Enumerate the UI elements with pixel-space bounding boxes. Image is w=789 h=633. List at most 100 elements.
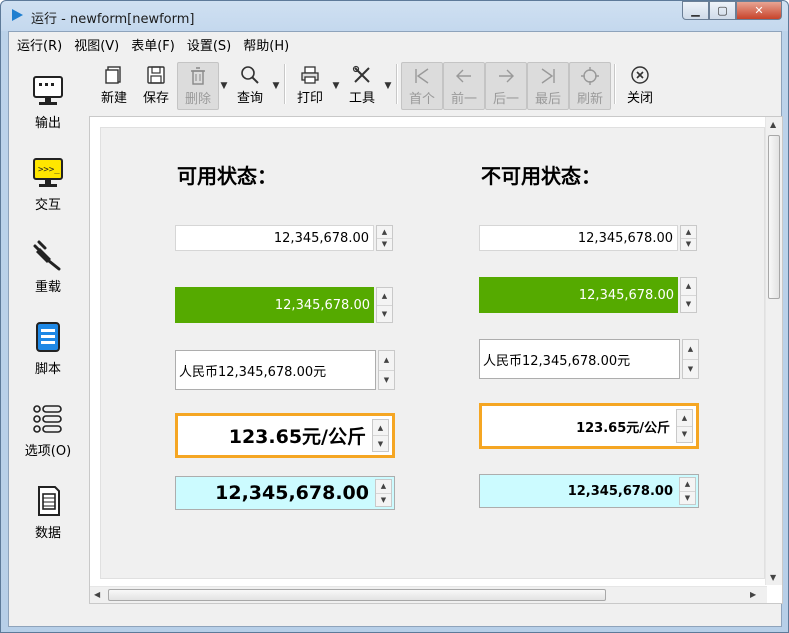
spin-up-icon[interactable]: ▲ <box>377 226 392 239</box>
bold-number-value[interactable]: 12,345,678.00 <box>176 477 373 509</box>
minimize-icon: ▁ <box>691 4 700 17</box>
spin-down-icon: ▼ <box>684 493 691 502</box>
currency-field-available[interactable]: 人民币12,345,678.00元 ▲ ▼ <box>175 350 395 390</box>
tools-dropdown-arrow[interactable]: ▼ <box>383 62 393 110</box>
plug-icon <box>33 240 61 271</box>
green-number-field-available[interactable]: 12,345,678.00 ▲ ▼ <box>175 287 393 323</box>
query-dropdown-arrow[interactable]: ▼ <box>271 62 281 110</box>
spin-up-icon[interactable]: ▲ <box>379 351 394 371</box>
spin-down-icon[interactable]: ▼ <box>379 371 394 390</box>
unit-price-value: 123.65元/公斤 <box>482 406 674 446</box>
currency-value[interactable]: 人民币12,345,678.00元 <box>175 350 376 390</box>
scroll-right-icon[interactable]: ▶ <box>750 590 756 599</box>
form-canvas: 可用状态： 12,345,678.00 ▲ ▼ 12,345,678.00 ▲ ▼ … <box>100 127 765 579</box>
client-area: 运行(R) 视图(V) 表单(F) 设置(S) 帮助(H) 输出 >>>_ 交互… <box>8 31 783 627</box>
form-content: 可用状态： 12,345,678.00 ▲ ▼ 12,345,678.00 ▲ ▼ … <box>89 116 783 604</box>
toolbar-separator <box>614 64 616 104</box>
chevron-down-icon: ▼ <box>384 81 392 91</box>
unit-price-field-available[interactable]: 123.65元/公斤 ▲ ▼ <box>175 413 395 458</box>
unit-price-value[interactable]: 123.65元/公斤 <box>178 416 370 455</box>
print-button[interactable]: 打印 <box>289 62 331 110</box>
app-window: 运行 - newform[newform] ▁ ▢ ✕ 运行(R) 视图(V) … <box>0 0 789 633</box>
tools-button[interactable]: 工具 <box>341 62 383 110</box>
number-value[interactable]: 12,345,678.00 <box>175 287 374 323</box>
number-value: 12,345,678.00 <box>479 225 678 251</box>
delete-button[interactable]: 删除 <box>177 62 219 110</box>
horizontal-scroll-thumb[interactable] <box>108 589 606 601</box>
next-record-button[interactable]: 后一 <box>485 62 527 110</box>
svg-text:>>>_: >>>_ <box>38 165 60 175</box>
spin-up-icon: ▲ <box>677 410 692 427</box>
number-value[interactable]: 12,345,678.00 <box>175 225 374 251</box>
vertical-scrollbar[interactable]: ▲ ▼ <box>765 117 782 585</box>
minimize-button[interactable]: ▁ <box>682 1 709 20</box>
menu-help[interactable]: 帮助(H) <box>239 33 293 56</box>
last-record-button[interactable]: 最后 <box>527 62 569 110</box>
last-record-icon <box>541 68 555 84</box>
spin-up-icon: ▲ <box>681 226 696 239</box>
prev-record-button[interactable]: 前一 <box>443 62 485 110</box>
menu-view[interactable]: 视图(V) <box>70 33 123 56</box>
refresh-button[interactable]: 刷新 <box>569 62 611 110</box>
spinner[interactable]: ▲ ▼ <box>376 287 393 323</box>
spin-down-icon[interactable]: ▼ <box>376 494 391 507</box>
spin-down-icon[interactable]: ▼ <box>377 306 392 323</box>
sidebar-label-data: 数据 <box>34 526 61 541</box>
horizontal-scrollbar[interactable]: ◀ ▶ <box>90 586 767 603</box>
monitor-icon <box>33 76 63 105</box>
spinner: ▲ ▼ <box>680 225 697 251</box>
menu-form[interactable]: 表单(F) <box>127 33 179 56</box>
close-window-button[interactable]: ✕ <box>736 1 782 20</box>
sidebar-item-data[interactable]: 数据 <box>9 480 87 558</box>
spinner: ▲ ▼ <box>679 477 696 505</box>
new-document-icon <box>105 66 121 84</box>
maximize-button[interactable]: ▢ <box>709 1 736 20</box>
sidebar-item-options[interactable]: 选项(O) <box>9 398 87 476</box>
chevron-down-icon: ▼ <box>332 81 340 91</box>
sidebar-item-script[interactable]: 脚本 <box>9 316 87 394</box>
options-list-icon <box>33 405 62 433</box>
spin-up-icon[interactable]: ▲ <box>377 288 392 306</box>
close-icon: ✕ <box>754 4 764 17</box>
spin-down-icon[interactable]: ▼ <box>377 239 392 251</box>
chevron-down-icon: ▼ <box>220 81 228 91</box>
unavailable-state-title: 不可用状态： <box>481 164 601 188</box>
spinner[interactable]: ▲ ▼ <box>372 419 389 452</box>
new-button[interactable]: 新建 <box>93 62 135 110</box>
menu-run[interactable]: 运行(R) <box>13 33 66 56</box>
green-number-field-disabled: 12,345,678.00 ▲ ▼ <box>479 277 697 313</box>
query-button[interactable]: 查询 <box>229 62 271 110</box>
spin-up-icon[interactable]: ▲ <box>376 480 391 494</box>
spinner[interactable]: ▲ ▼ <box>376 225 393 251</box>
first-record-button[interactable]: 首个 <box>401 62 443 110</box>
spin-up-icon: ▲ <box>683 340 698 360</box>
number-field-disabled: 12,345,678.00 ▲ ▼ <box>479 225 697 251</box>
toolbar: 新建 保存 删除 ▼ 查询 ▼ 打印 ▼ 工具 ▼ 首个 前一 后一 最后 刷新… <box>93 62 661 112</box>
sidebar: 输出 >>>_ 交互 重载 脚本 选项(O) 数据 <box>9 60 87 570</box>
spinner[interactable]: ▲ ▼ <box>375 479 392 507</box>
sidebar-item-output[interactable]: 输出 <box>9 70 87 148</box>
vertical-scroll-thumb[interactable] <box>768 135 780 299</box>
sidebar-label-reload: 重载 <box>34 280 61 295</box>
close-form-button[interactable]: 关闭 <box>619 62 661 110</box>
available-state-title: 可用状态： <box>177 164 277 188</box>
sidebar-label-script: 脚本 <box>34 362 61 377</box>
sidebar-item-reload[interactable]: 重载 <box>9 234 87 312</box>
spinner[interactable]: ▲ ▼ <box>378 350 395 390</box>
delete-dropdown-arrow[interactable]: ▼ <box>219 62 229 110</box>
spin-down-icon[interactable]: ▼ <box>373 436 388 451</box>
print-dropdown-arrow[interactable]: ▼ <box>331 62 341 110</box>
save-button[interactable]: 保存 <box>135 62 177 110</box>
database-icon <box>38 486 60 516</box>
scroll-down-icon[interactable]: ▼ <box>770 573 776 582</box>
scroll-left-icon[interactable]: ◀ <box>94 590 100 599</box>
sidebar-item-interact[interactable]: >>>_ 交互 <box>9 152 87 230</box>
chevron-down-icon: ▼ <box>272 81 280 91</box>
spin-up-icon[interactable]: ▲ <box>373 420 388 436</box>
number-field-available[interactable]: 12,345,678.00 ▲ ▼ <box>175 225 393 251</box>
scroll-up-icon[interactable]: ▲ <box>770 120 776 129</box>
arrow-left-icon <box>456 69 471 83</box>
sidebar-label-output: 输出 <box>34 116 61 131</box>
bold-number-field-available[interactable]: 12,345,678.00 ▲ ▼ <box>175 476 395 510</box>
menu-settings[interactable]: 设置(S) <box>183 33 235 56</box>
